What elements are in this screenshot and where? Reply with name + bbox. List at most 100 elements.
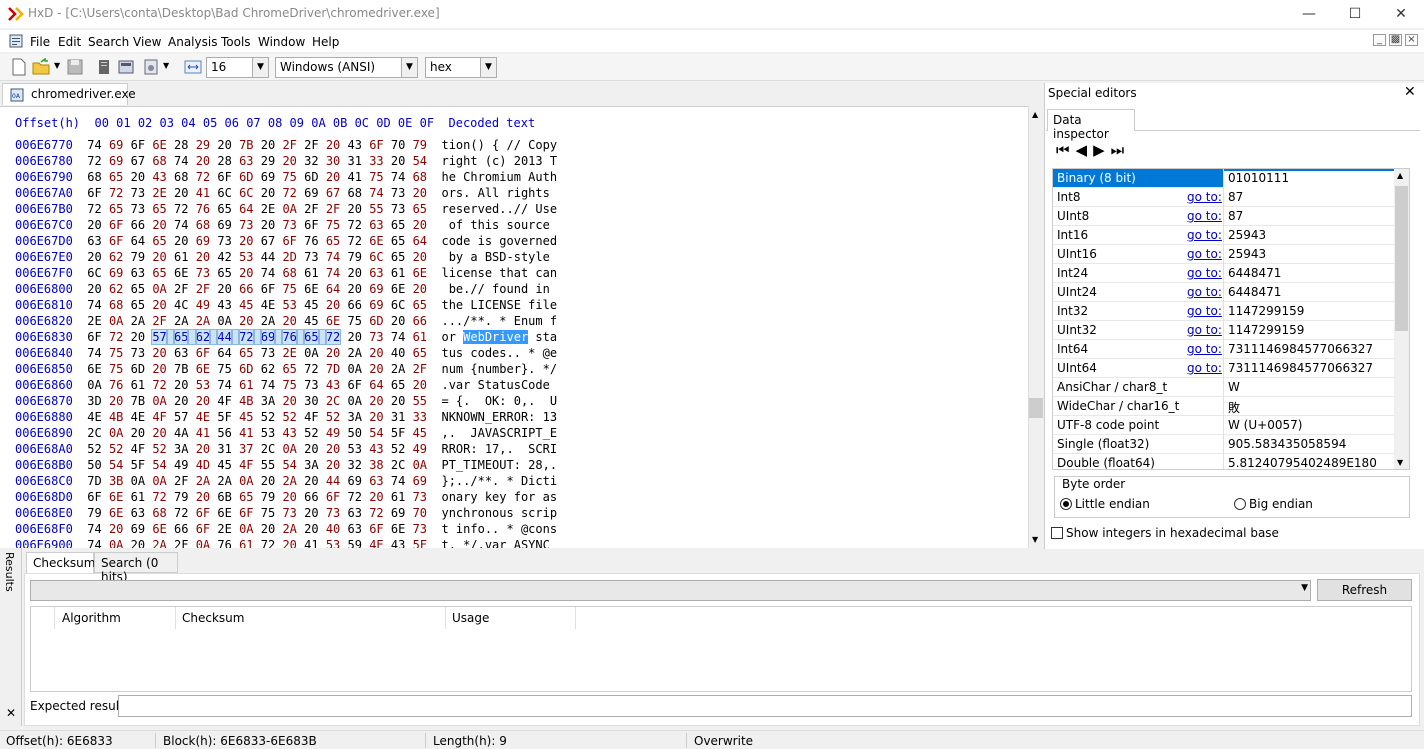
hex-byte[interactable]: 20 bbox=[369, 346, 383, 360]
hex-byte[interactable]: 53 bbox=[282, 298, 296, 312]
hex-row[interactable]: 006E67C0 20 6F 66 20 74 68 69 73 20 73 6… bbox=[15, 217, 557, 233]
hex-byte[interactable]: 53 bbox=[326, 538, 340, 548]
hex-byte[interactable]: 4F bbox=[152, 410, 166, 424]
decoded-text[interactable]: .var StatusCode bbox=[441, 378, 557, 392]
big-endian-radio[interactable]: Big endian bbox=[1234, 497, 1313, 511]
hex-byte[interactable]: 72 bbox=[348, 490, 362, 504]
decoded-selection[interactable]: WebDriver bbox=[463, 330, 529, 344]
inspector-value[interactable]: 25943 bbox=[1228, 228, 1266, 242]
inspector-value[interactable]: 87 bbox=[1228, 190, 1243, 204]
inspector-row[interactable]: UTF-8 code point W (U+0057) bbox=[1053, 416, 1395, 435]
hex-byte[interactable]: 7B bbox=[131, 394, 145, 408]
hex-byte[interactable]: 7D bbox=[326, 362, 340, 376]
hex-byte[interactable]: 61 bbox=[391, 266, 405, 280]
hex-byte[interactable]: 66 bbox=[413, 314, 427, 328]
scroll-down-icon[interactable]: ▼ bbox=[1397, 458, 1403, 467]
hex-byte[interactable]: 20 bbox=[87, 282, 101, 296]
hex-byte[interactable]: 74 bbox=[326, 250, 340, 264]
hex-byte[interactable]: 57 bbox=[151, 329, 168, 345]
hex-byte[interactable]: 6E bbox=[304, 282, 318, 296]
hex-byte[interactable]: 3A bbox=[304, 458, 318, 472]
hex-byte[interactable]: 20 bbox=[413, 186, 427, 200]
hex-byte[interactable]: 4D bbox=[196, 458, 210, 472]
hex-byte[interactable]: 6E bbox=[87, 362, 101, 376]
goto-link[interactable]: go to: bbox=[1187, 323, 1222, 337]
menu-search[interactable]: Search bbox=[88, 35, 129, 49]
hex-byte[interactable]: 74 bbox=[87, 138, 101, 152]
hex-byte[interactable]: 20 bbox=[282, 538, 296, 548]
hex-byte[interactable]: 64 bbox=[413, 234, 427, 248]
hex-byte[interactable]: 54 bbox=[282, 458, 296, 472]
hex-byte[interactable]: 0A bbox=[152, 474, 166, 488]
hex-byte[interactable]: 4F bbox=[304, 410, 318, 424]
inspector-value[interactable]: 87 bbox=[1228, 209, 1243, 223]
hex-byte[interactable]: 20 bbox=[196, 442, 210, 456]
hex-byte[interactable]: 20 bbox=[282, 490, 296, 504]
hex-row[interactable]: 006E6870 3D 20 7B 0A 20 20 4F 4B 3A 20 3… bbox=[15, 393, 557, 409]
hex-byte[interactable]: 31 bbox=[348, 154, 362, 168]
hex-byte[interactable]: 20 bbox=[348, 202, 362, 216]
hex-byte[interactable]: 20 bbox=[87, 218, 101, 232]
hex-byte[interactable]: 68 bbox=[348, 186, 362, 200]
menu-window[interactable]: Window bbox=[258, 35, 305, 49]
hex-byte[interactable]: 2A bbox=[131, 314, 145, 328]
hex-byte[interactable]: 20 bbox=[304, 506, 318, 520]
hex-byte[interactable]: 2E bbox=[217, 522, 231, 536]
col-algorithm[interactable]: Algorithm bbox=[62, 611, 121, 625]
hex-byte[interactable]: 61 bbox=[131, 378, 145, 392]
hex-byte[interactable]: 41 bbox=[196, 426, 210, 440]
hex-byte[interactable]: 73 bbox=[304, 250, 318, 264]
hex-byte[interactable]: 2A bbox=[196, 314, 210, 328]
hex-byte[interactable]: 6E bbox=[326, 314, 340, 328]
hex-byte[interactable]: 72 bbox=[369, 506, 383, 520]
hex-row[interactable]: 006E68B0 50 54 5F 54 49 4D 45 4F 55 54 3… bbox=[15, 457, 557, 473]
goto-link[interactable]: go to: bbox=[1187, 247, 1222, 261]
hex-row[interactable]: 006E6770 74 69 6F 6E 28 29 20 7B 20 2F 2… bbox=[15, 137, 557, 153]
hex-byte[interactable]: 72 bbox=[109, 330, 123, 344]
hex-row[interactable]: 006E67B0 72 65 73 65 72 76 65 64 2E 0A 2… bbox=[15, 201, 557, 217]
mdi-restore-icon[interactable]: ▩ bbox=[1389, 34, 1402, 46]
hex-byte[interactable]: 52 bbox=[282, 410, 296, 424]
hex-byte[interactable]: 63 bbox=[131, 266, 145, 280]
hex-byte[interactable]: 6E bbox=[109, 506, 123, 520]
hex-byte[interactable]: 2F bbox=[304, 138, 318, 152]
hex-byte[interactable]: 79 bbox=[348, 250, 362, 264]
hex-byte[interactable]: 2F bbox=[413, 362, 427, 376]
decoded-text[interactable]: tion() { // Copy bbox=[441, 138, 557, 152]
hex-byte[interactable]: 68 bbox=[282, 266, 296, 280]
hex-byte[interactable]: 20 bbox=[239, 234, 253, 248]
hex-byte[interactable]: 68 bbox=[196, 218, 210, 232]
hex-byte[interactable]: 3A bbox=[174, 442, 188, 456]
hex-byte[interactable]: 3A bbox=[261, 394, 275, 408]
hex-byte[interactable]: 75 bbox=[282, 170, 296, 184]
hex-byte[interactable]: 20 bbox=[196, 250, 210, 264]
hex-byte[interactable]: 73 bbox=[196, 266, 210, 280]
hex-byte[interactable]: 65 bbox=[152, 266, 166, 280]
hex-byte[interactable]: 0A bbox=[239, 474, 253, 488]
hex-byte[interactable]: 2F bbox=[326, 202, 340, 216]
hex-byte[interactable]: 40 bbox=[391, 346, 405, 360]
inspector-value[interactable]: 01010111 bbox=[1224, 171, 1395, 189]
hex-byte[interactable]: 62 bbox=[109, 250, 123, 264]
hex-byte[interactable]: 20 bbox=[304, 442, 318, 456]
hex-byte[interactable]: 30 bbox=[326, 154, 340, 168]
hex-byte[interactable]: 20 bbox=[304, 474, 318, 488]
hex-byte[interactable]: 72 bbox=[324, 329, 342, 345]
hex-row[interactable]: 006E68A0 52 52 4F 52 3A 20 31 37 2C 0A 2… bbox=[15, 441, 557, 457]
goto-link[interactable]: go to: bbox=[1187, 209, 1222, 223]
hex-byte[interactable]: 73 bbox=[326, 506, 340, 520]
hex-byte[interactable]: 74 bbox=[174, 218, 188, 232]
hex-byte[interactable]: 2E bbox=[261, 202, 275, 216]
hex-byte[interactable]: 64 bbox=[239, 202, 253, 216]
hex-byte[interactable]: 73 bbox=[261, 346, 275, 360]
menu-help[interactable]: Help bbox=[312, 35, 339, 49]
save-icon[interactable] bbox=[66, 58, 84, 76]
hex-byte[interactable]: 70 bbox=[391, 138, 405, 152]
hex-byte[interactable]: 20 bbox=[109, 522, 123, 536]
hex-byte[interactable]: 20 bbox=[131, 426, 145, 440]
document-icon[interactable] bbox=[9, 34, 23, 48]
hex-byte[interactable]: 53 bbox=[348, 442, 362, 456]
hex-byte[interactable]: 45 bbox=[304, 298, 318, 312]
hex-byte[interactable]: 75 bbox=[282, 378, 296, 392]
hex-byte[interactable]: 69 bbox=[196, 234, 210, 248]
